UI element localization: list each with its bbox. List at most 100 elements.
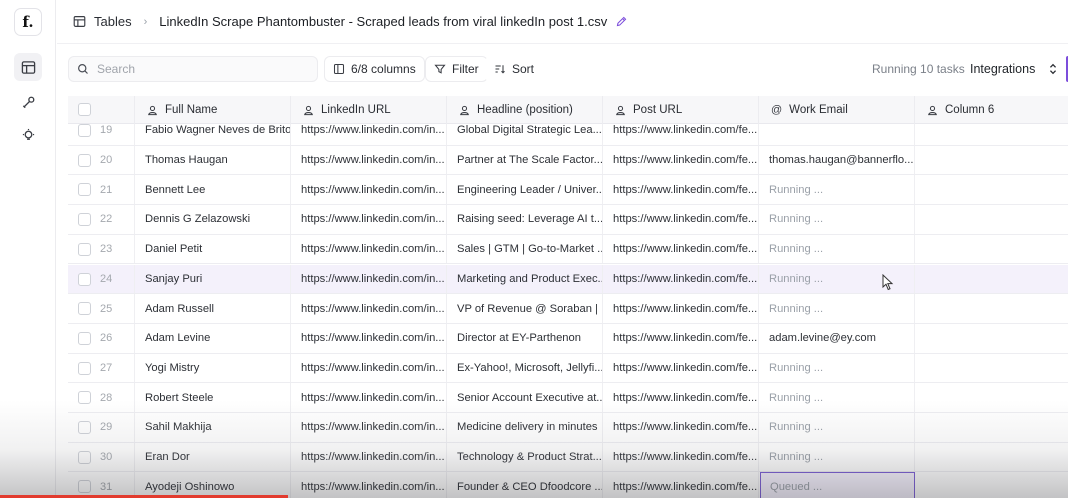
row-checkbox[interactable] — [78, 480, 91, 494]
table-row[interactable]: 29 Sahil Makhija https://www.linkedin.com/… — [68, 413, 1068, 443]
cell-post-url[interactable]: https://www.linkedin.com/fe... — [602, 472, 758, 498]
search-box[interactable] — [68, 56, 318, 82]
cell-linkedin-url[interactable]: https://www.linkedin.com/in... — [290, 145, 446, 175]
cell-full-name[interactable]: Eran Dor — [134, 442, 290, 472]
nav-tables-button[interactable] — [14, 53, 42, 81]
table-row[interactable]: 25 Adam Russell https://www.linkedin.com/i… — [68, 294, 1068, 324]
cell-full-name[interactable]: Bennett Lee — [134, 175, 290, 205]
cell-column-6[interactable] — [914, 472, 1068, 498]
table-row[interactable]: 27 Yogi Mistry https://www.linkedin.com/in… — [68, 353, 1068, 384]
row-checkbox[interactable] — [78, 124, 91, 137]
cell-column-6[interactable] — [914, 413, 1068, 442]
cell-headline[interactable]: Marketing and Product Exec... — [446, 264, 602, 294]
cell-post-url[interactable]: https://www.linkedin.com/fe... — [602, 383, 758, 412]
cell-post-url[interactable]: https://www.linkedin.com/fe... — [602, 234, 758, 264]
column-header-linkedin-url[interactable]: LinkedIn URL — [290, 96, 446, 124]
row-checkbox[interactable] — [78, 242, 91, 256]
cell-headline[interactable]: Founder & CEO Dfoodcore ... — [446, 472, 602, 498]
cell-full-name[interactable]: Yogi Mistry — [134, 353, 290, 383]
cell-column-6[interactable] — [914, 383, 1068, 412]
selected-cell-outline[interactable]: Queued ... — [760, 472, 915, 498]
cell-column-6[interactable] — [914, 234, 1068, 264]
cell-post-url[interactable]: https://www.linkedin.com/fe... — [602, 353, 758, 383]
app-logo[interactable]: f. — [14, 8, 42, 36]
cell-linkedin-url[interactable]: https://www.linkedin.com/in... — [290, 383, 446, 412]
row-checkbox[interactable] — [78, 213, 91, 227]
cell-post-url[interactable]: https://www.linkedin.com/fe... — [602, 175, 758, 205]
cell-headline[interactable]: Director at EY-Parthenon — [446, 323, 602, 353]
cell-linkedin-url[interactable]: https://www.linkedin.com/in... — [290, 294, 446, 323]
table-row[interactable]: 21 Bennett Lee https://www.linkedin.com/in… — [68, 175, 1068, 206]
column-header-work-email[interactable]: @ Work Email — [758, 96, 914, 124]
cell-column-6[interactable] — [914, 205, 1068, 234]
cell-full-name[interactable]: Dennis G Zelazowski — [134, 205, 290, 234]
cell-work-email[interactable]: Running ... — [758, 175, 914, 205]
table-row[interactable]: 28 Robert Steele https://www.linkedin.com/… — [68, 383, 1068, 413]
cell-post-url[interactable]: https://www.linkedin.com/fe... — [602, 323, 758, 353]
cell-full-name[interactable]: Adam Russell — [134, 294, 290, 323]
cell-full-name[interactable]: Sanjay Puri — [134, 264, 290, 294]
column-header-column-6[interactable]: Column 6 — [914, 96, 1068, 124]
search-input[interactable] — [97, 62, 297, 76]
cell-work-email[interactable]: Running ... — [758, 353, 914, 383]
row-checkbox[interactable] — [78, 361, 91, 375]
cell-headline[interactable]: Medicine delivery in minutes — [446, 413, 602, 442]
sort-button[interactable]: Sort — [485, 56, 544, 82]
cell-post-url[interactable]: https://www.linkedin.com/fe... — [602, 145, 758, 175]
cell-linkedin-url[interactable]: https://www.linkedin.com/in... — [290, 323, 446, 353]
row-checkbox[interactable] — [78, 450, 91, 464]
cell-column-6[interactable] — [914, 175, 1068, 205]
cell-headline[interactable]: Senior Account Executive at... — [446, 383, 602, 412]
cell-work-email[interactable]: Running ... — [758, 234, 914, 264]
table-row[interactable]: 20 Thomas Haugan https://www.linkedin.com/… — [68, 145, 1068, 176]
table-row[interactable]: 23 Daniel Petit https://www.linkedin.com/i… — [68, 234, 1068, 265]
cell-work-email[interactable]: Running ... — [758, 205, 914, 234]
table-row[interactable]: 30 Eran Dor https://www.linkedin.com/in...… — [68, 442, 1068, 473]
cell-column-6[interactable] — [914, 353, 1068, 383]
row-checkbox[interactable] — [78, 391, 91, 405]
cell-full-name[interactable]: Robert Steele — [134, 383, 290, 412]
cell-post-url[interactable]: https://www.linkedin.com/fe... — [602, 205, 758, 234]
cell-column-6[interactable] — [914, 145, 1068, 175]
cell-work-email[interactable]: Running ... — [758, 383, 914, 412]
cell-post-url[interactable]: https://www.linkedin.com/fe... — [602, 294, 758, 323]
cell-linkedin-url[interactable]: https://www.linkedin.com/in... — [290, 264, 446, 294]
cell-column-6[interactable] — [914, 442, 1068, 472]
cell-headline[interactable]: Technology & Product Strat... — [446, 442, 602, 472]
column-header-full-name[interactable]: Full Name — [134, 96, 290, 124]
cell-linkedin-url[interactable]: https://www.linkedin.com/in... — [290, 175, 446, 205]
cell-headline[interactable]: VP of Revenue @ Soraban | ... — [446, 294, 602, 323]
row-checkbox[interactable] — [78, 272, 91, 286]
table-row[interactable]: 24 Sanjay Puri https://www.linkedin.com/in… — [68, 264, 1068, 295]
cell-linkedin-url[interactable]: https://www.linkedin.com/in... — [290, 234, 446, 264]
row-checkbox[interactable] — [78, 421, 91, 434]
table-row[interactable]: 26 Adam Levine https://www.linkedin.com/in… — [68, 323, 1068, 354]
cell-work-email[interactable]: Running ... — [758, 413, 914, 442]
cell-linkedin-url[interactable]: https://www.linkedin.com/in... — [290, 413, 446, 442]
cell-work-email[interactable]: Running ... — [758, 294, 914, 323]
cell-work-email[interactable]: thomas.haugan@bannerflo... — [758, 145, 914, 175]
cell-linkedin-url[interactable]: https://www.linkedin.com/in... — [290, 472, 446, 498]
row-checkbox[interactable] — [78, 331, 91, 345]
breadcrumb-tables-link[interactable]: Tables — [94, 14, 132, 29]
row-checkbox[interactable] — [78, 302, 91, 316]
cell-column-6[interactable] — [914, 294, 1068, 323]
cell-linkedin-url[interactable]: https://www.linkedin.com/in... — [290, 442, 446, 472]
cell-full-name[interactable]: Thomas Haugan — [134, 145, 290, 175]
integrations-dropdown[interactable]: Integrations — [964, 56, 1064, 82]
nav-integrations-button[interactable] — [14, 88, 42, 116]
filter-button[interactable]: Filter — [425, 56, 488, 82]
row-checkbox[interactable] — [78, 153, 91, 167]
cell-full-name[interactable]: Daniel Petit — [134, 234, 290, 264]
cell-column-6[interactable] — [914, 264, 1068, 294]
table-row[interactable]: 22 Dennis G Zelazowski https://www.linkedi… — [68, 205, 1068, 235]
cell-work-email[interactable]: adam.levine@ey.com — [758, 323, 914, 353]
cell-headline[interactable]: Engineering Leader / Univer... — [446, 175, 602, 205]
cell-headline[interactable]: Partner at The Scale Factor... — [446, 145, 602, 175]
cell-headline[interactable]: Raising seed: Leverage AI t... — [446, 205, 602, 234]
row-checkbox[interactable] — [78, 183, 91, 197]
column-header-headline[interactable]: Headline (position) — [446, 96, 602, 124]
cell-work-email[interactable]: Running ... — [758, 442, 914, 472]
cell-post-url[interactable]: https://www.linkedin.com/fe... — [602, 442, 758, 472]
cell-post-url[interactable]: https://www.linkedin.com/fe... — [602, 413, 758, 442]
